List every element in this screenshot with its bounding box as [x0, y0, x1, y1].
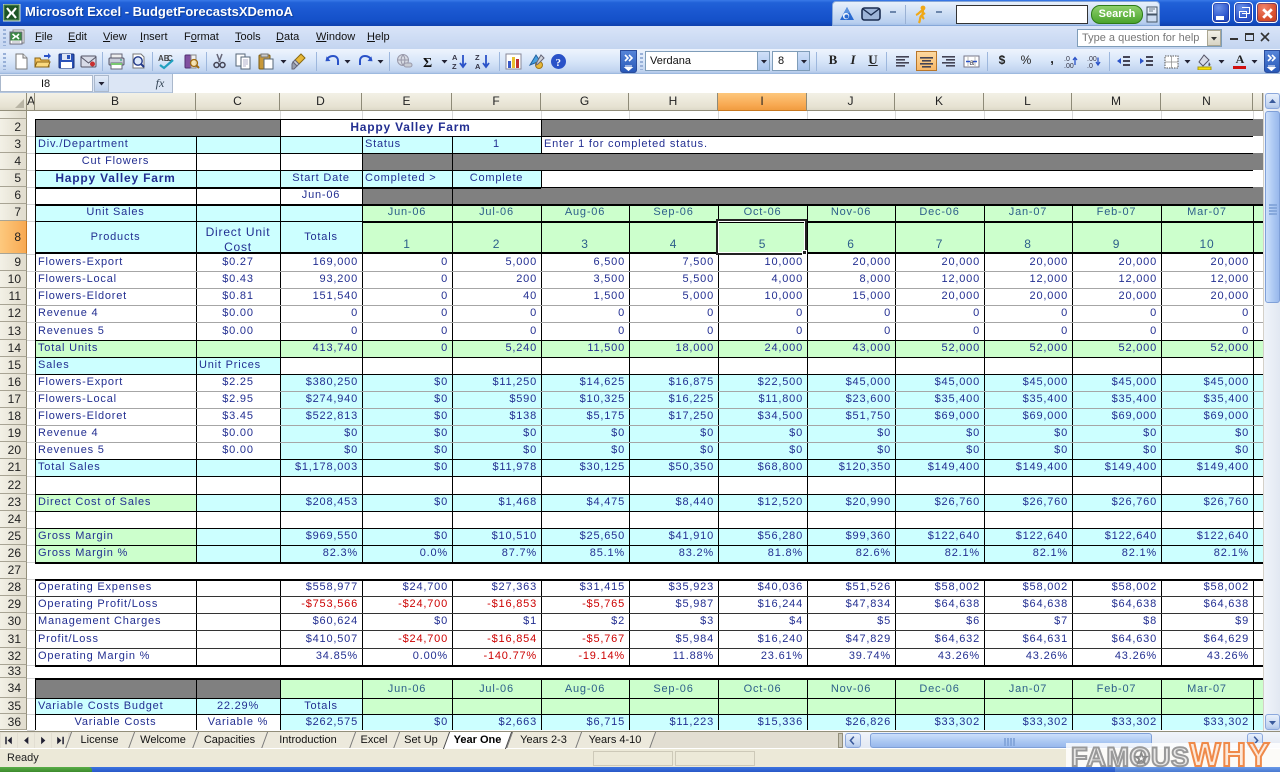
svg-text:.00: .00 [1087, 56, 1097, 63]
svg-text:Z: Z [475, 53, 480, 62]
svg-text:.00: .00 [1064, 63, 1074, 70]
svg-text:A: A [475, 62, 481, 70]
svg-text:.0: .0 [1087, 63, 1093, 70]
svg-text:Σ: Σ [423, 56, 432, 70]
svg-text:.0: .0 [1064, 56, 1070, 63]
svg-text:Z: Z [452, 62, 457, 70]
svg-text:a: a [970, 58, 975, 67]
svg-text:A: A [452, 53, 458, 62]
svg-text:?: ? [556, 57, 562, 69]
